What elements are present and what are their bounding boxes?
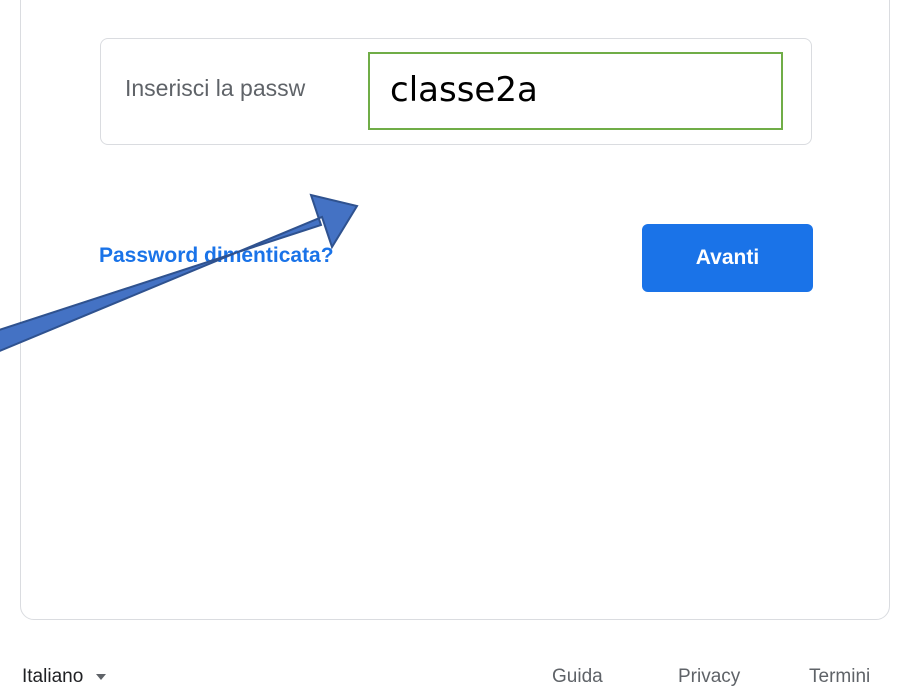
password-annotation-text: classe2a bbox=[390, 70, 538, 110]
password-annotation-box: classe2a bbox=[368, 52, 783, 130]
forgot-password-link[interactable]: Password dimenticata? bbox=[99, 244, 334, 268]
next-button[interactable]: Avanti bbox=[642, 224, 813, 292]
terms-link[interactable]: Termini bbox=[809, 666, 870, 688]
language-selector[interactable]: Italiano bbox=[22, 666, 107, 688]
footer: Italiano Guida Privacy Termini bbox=[0, 664, 897, 694]
language-label: Italiano bbox=[22, 666, 84, 687]
password-placeholder: Inserisci la passw bbox=[125, 75, 306, 101]
privacy-link[interactable]: Privacy bbox=[678, 666, 740, 688]
chevron-down-icon bbox=[96, 674, 107, 680]
help-link[interactable]: Guida bbox=[552, 666, 603, 688]
